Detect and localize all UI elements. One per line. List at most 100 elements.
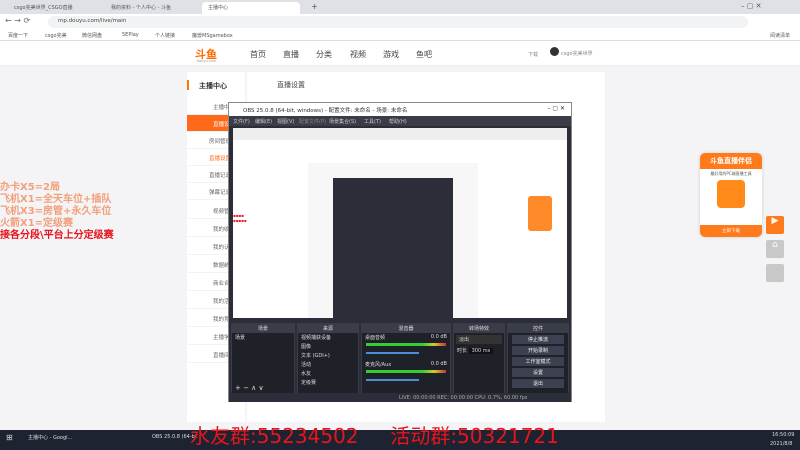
user-name[interactable]: csgo完美世界 — [561, 50, 593, 57]
promo-desc: 最好用的PC端直播工具 — [710, 171, 752, 176]
note-line: 飞机X1=全天车位+插队 — [0, 194, 112, 205]
preview-promo — [528, 196, 552, 231]
source-item[interactable]: 图像 — [298, 342, 358, 351]
volume-slider[interactable] — [366, 352, 419, 354]
start-recording-button[interactable]: 开始录制 — [512, 346, 564, 355]
clock-time[interactable]: 16:50:09 — [772, 432, 794, 438]
browser-tab[interactable]: csgo完美世界_CSGO直播 — [8, 2, 100, 14]
note-line: 火箭X1=定级赛 — [0, 218, 74, 229]
menu-file[interactable]: 文件(F) — [233, 118, 250, 125]
stop-streaming-button[interactable]: 停止推流 — [512, 335, 564, 344]
transition-select[interactable]: 淡出 — [456, 335, 502, 344]
browser-tab-active[interactable]: 主播中心 — [202, 2, 300, 14]
new-tab-button[interactable]: + — [305, 0, 324, 12]
nav-buttons[interactable]: ← → ⟳ — [5, 16, 30, 25]
dock-title: 场景 — [232, 324, 294, 333]
nav-live[interactable]: 直播 — [283, 49, 299, 60]
mixer-db: 0.0 dB — [430, 334, 447, 340]
avatar[interactable] — [550, 47, 559, 56]
volume-meter — [366, 370, 446, 373]
dock-title: 混音器 — [362, 324, 450, 333]
menu-tools[interactable]: 工具(T) — [364, 118, 381, 125]
source-item[interactable]: 视频捕获设备 — [298, 333, 358, 342]
download-app-button[interactable]: 立即下载 — [700, 225, 762, 237]
source-item[interactable]: 水友 — [298, 369, 358, 378]
obs-menu-bar: 文件(F) 编辑(E) 视图(V) 配置文件(P) 场景集合(S) 工具(T) … — [229, 116, 571, 126]
nav-video[interactable]: 视频 — [350, 49, 366, 60]
download-link[interactable]: 下载 — [528, 51, 538, 58]
nav-yuba[interactable]: 鱼吧 — [416, 49, 432, 60]
note-line: 接各分段\平台上分定级赛 — [0, 230, 114, 241]
nav-category[interactable]: 分类 — [316, 49, 332, 60]
page-title: 直播设置 — [277, 81, 305, 89]
robot-float-icon[interactable] — [766, 264, 784, 282]
controls-dock: 控件 停止推流 开始录制 工作室模式 设置 退出 — [507, 323, 569, 395]
duration-label: 时长 — [457, 348, 468, 354]
nav-game[interactable]: 游戏 — [383, 49, 399, 60]
obs-window-controls[interactable]: – ▢ ✕ — [547, 105, 565, 112]
bookmark[interactable]: 魔兽MSgamebox — [192, 32, 233, 39]
source-item[interactable]: 定级赛 — [298, 378, 358, 387]
home-float-icon[interactable]: ⌂ — [766, 240, 784, 258]
menu-view[interactable]: 视图(V) — [277, 118, 294, 125]
stream-notes-overlay: 办卡X5=2局 飞机X1=全天车位+插队 飞机X3=房管+永久车位 火箭X1=定… — [0, 182, 114, 242]
live-float-button[interactable]: ▶ — [766, 216, 784, 234]
mixer-channel-name: 麦克风/Aux — [365, 362, 392, 368]
nav-home[interactable]: 首页 — [250, 49, 266, 60]
bookmark[interactable]: 微信网盘 — [82, 32, 102, 39]
bookmarks-bar: 百度一下 csgo完美 微信网盘 5EPlay 个人链接 魔兽MSgamebox… — [0, 30, 800, 41]
source-item[interactable]: 活动 — [298, 360, 358, 369]
window-controls[interactable]: – ▢ ✕ — [735, 0, 767, 12]
windows-start-icon[interactable]: ⊞ — [6, 433, 13, 442]
bookmark[interactable]: 5EPlay — [122, 32, 139, 38]
preview-nested-obs — [333, 178, 453, 318]
browser-tab[interactable]: 我的资料 - 个人中心 - 斗鱼 — [105, 2, 197, 14]
menu-help[interactable]: 帮助(H) — [389, 118, 407, 125]
obs-preview[interactable]: ▪▪▪▪ ▪▪▪▪▪ — [233, 128, 567, 318]
obs-status-bar: LIVE: 00:00:00 REC: 00:00:00 CPU: 0.7%, … — [229, 393, 571, 402]
group-number-overlay: 水友群:55234502 活动群:50321721 — [190, 424, 559, 448]
volume-slider[interactable] — [366, 379, 419, 381]
sidebar-title: 主播中心 — [199, 82, 227, 90]
browser-tab-bar: csgo完美世界_CSGO直播 我的资料 - 个人中心 - 斗鱼 主播中心 + … — [0, 0, 800, 14]
audio-mixer-dock: 混音器 桌面音频 0.0 dB 麦克风/Aux 0.0 dB — [361, 323, 451, 395]
obs-title-bar: OBS 25.0.8 (64-bit, windows) - 配置文件: 未命名… — [229, 103, 571, 116]
menu-edit[interactable]: 编辑(E) — [255, 118, 272, 125]
scene-toolbar[interactable]: + − ∧ ∨ — [232, 383, 267, 392]
preview-browser-chrome — [233, 128, 567, 140]
bookmark[interactable]: csgo完美 — [45, 32, 67, 39]
studio-mode-button[interactable]: 工作室模式 — [512, 357, 564, 366]
duration-input[interactable]: 300 ms — [468, 348, 494, 354]
taskbar-chrome[interactable]: 主播中心 - Googl... — [28, 434, 88, 441]
scenes-dock: 场景 场景 + − ∧ ∨ — [231, 323, 295, 395]
promo-card: 斗鱼直播伴侣 最好用的PC端直播工具 立即下载 — [700, 153, 762, 237]
bookmark[interactable]: 百度一下 — [8, 32, 28, 39]
note-line: 飞机X3=房管+永久车位 — [0, 206, 112, 217]
reading-list[interactable]: 阅读清单 — [770, 32, 790, 39]
source-item[interactable]: 文本 (GDI+) — [298, 351, 358, 360]
scene-item[interactable]: 场景 — [232, 333, 294, 342]
site-header: 斗鱼 douyu.com 首页 直播 分类 视频 游戏 鱼吧 下载 csgo完美… — [0, 41, 800, 66]
mixer-channel-name: 桌面音频 — [365, 335, 386, 341]
exit-button[interactable]: 退出 — [512, 379, 564, 388]
url-input[interactable]: mp.douyu.com/live/main — [48, 16, 748, 28]
menu-scene-collection[interactable]: 场景集合(S) — [329, 118, 356, 125]
address-bar: ← → ⟳ mp.douyu.com/live/main — [0, 14, 800, 30]
mixer-db: 0.0 dB — [430, 361, 447, 367]
sources-dock: 来源 视频捕获设备 图像 文本 (GDI+) 活动 水友 定级赛 — [297, 323, 359, 395]
bookmark[interactable]: 个人链接 — [155, 32, 175, 39]
menu-profile[interactable]: 配置文件(P) — [299, 118, 326, 125]
preview-notes: ▪▪▪▪ ▪▪▪▪▪ — [233, 213, 247, 223]
note-line: 办卡X5=2局 — [0, 182, 61, 193]
obs-title: OBS 25.0.8 (64-bit, windows) - 配置文件: 未命名… — [243, 108, 408, 114]
app-icon — [717, 180, 745, 208]
dock-title: 控件 — [508, 324, 568, 333]
transitions-dock: 转场特效 淡出 时长 300 ms — [453, 323, 505, 395]
accent-bar — [187, 80, 189, 90]
dock-title: 来源 — [298, 324, 358, 333]
obs-window: OBS 25.0.8 (64-bit, windows) - 配置文件: 未命名… — [228, 102, 572, 402]
settings-button[interactable]: 设置 — [512, 368, 564, 377]
volume-meter — [366, 343, 446, 346]
clock-date[interactable]: 2021/8/8 — [770, 441, 792, 447]
dock-title: 转场特效 — [454, 324, 504, 333]
